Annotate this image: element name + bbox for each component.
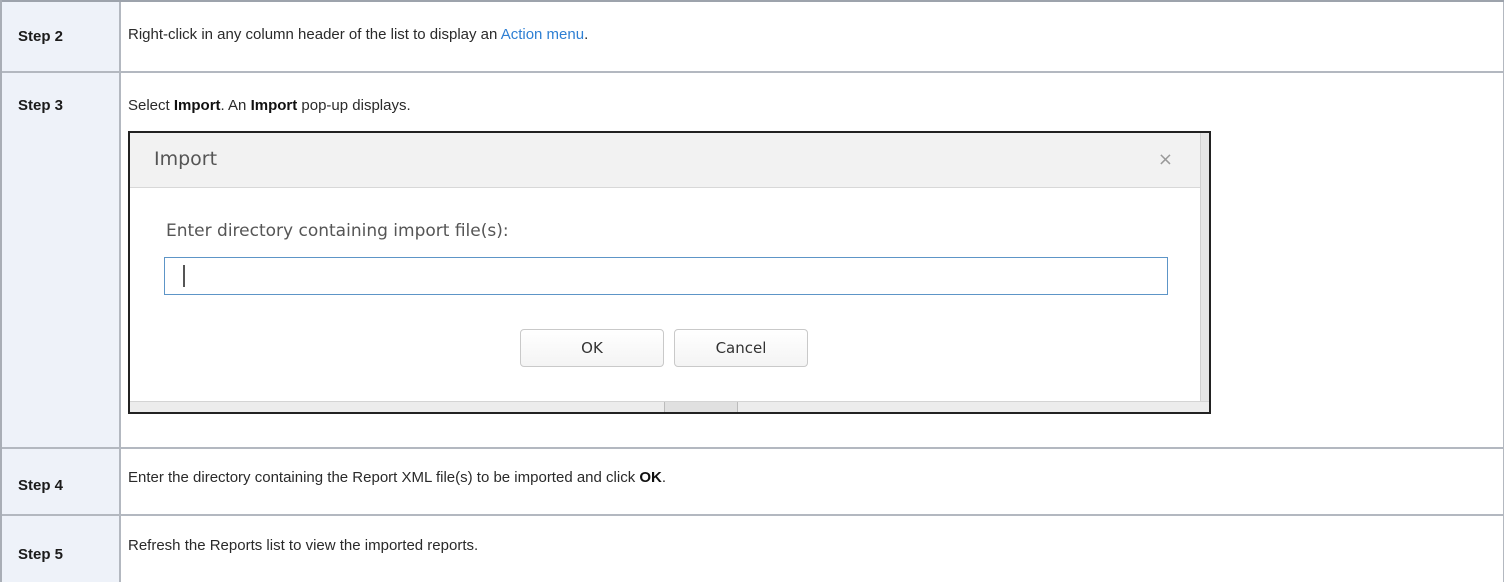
text-caret	[183, 265, 185, 287]
instruction-text: Right-click in any column header of the …	[128, 26, 501, 43]
step-label: Step 4	[2, 449, 121, 514]
close-icon[interactable]: ×	[1158, 149, 1173, 170]
step-instruction: Enter the directory containing the Repor…	[121, 449, 1504, 514]
instruction-bold: OK	[639, 469, 662, 486]
instruction-text: pop-up displays.	[297, 97, 411, 114]
resize-grip[interactable]	[664, 402, 738, 412]
directory-prompt: Enter directory containing import file(s…	[166, 221, 509, 241]
step-label: Step 3	[2, 73, 121, 447]
step-row: Step 5 Refresh the Reports list to view …	[2, 514, 1504, 582]
dialog-title: Import	[154, 148, 218, 170]
instruction-bold: Import	[250, 97, 298, 114]
action-menu-link[interactable]: Action menu	[501, 26, 584, 43]
instruction-text: Select	[128, 97, 174, 114]
step-row: Step 4 Enter the directory containing th…	[2, 447, 1504, 514]
step-row: Step 3 Select Import. An Import pop-up d…	[2, 71, 1504, 447]
instruction-text: .	[661, 469, 667, 486]
step-instruction: Right-click in any column header of the …	[121, 2, 1504, 71]
step-row: Step 2 Right-click in any column header …	[2, 0, 1504, 71]
cancel-button[interactable]: Cancel	[674, 329, 808, 367]
dialog-scrollbar[interactable]	[1200, 133, 1209, 412]
step-instruction: Select Import. An Import pop-up displays…	[121, 73, 1504, 447]
step-label: Step 2	[2, 2, 121, 71]
dialog-bottom-bar	[130, 401, 1209, 412]
instruction-bold: Import	[173, 97, 221, 114]
directory-input[interactable]	[164, 257, 1168, 295]
dialog-header: Import ×	[130, 133, 1209, 188]
import-dialog-screenshot: Import × Enter directory containing impo…	[128, 131, 1211, 414]
ok-button[interactable]: OK	[520, 329, 664, 367]
step-label: Step 5	[2, 516, 121, 582]
instruction-text: .	[584, 26, 589, 43]
instruction-text: Enter the directory containing the Repor…	[128, 469, 640, 486]
steps-table: Step 2 Right-click in any column header …	[0, 0, 1504, 582]
instruction-text: . An	[220, 97, 251, 114]
step-instruction: Refresh the Reports list to view the imp…	[121, 516, 1504, 582]
instruction-text: Refresh the Reports list to view the imp…	[128, 537, 479, 554]
